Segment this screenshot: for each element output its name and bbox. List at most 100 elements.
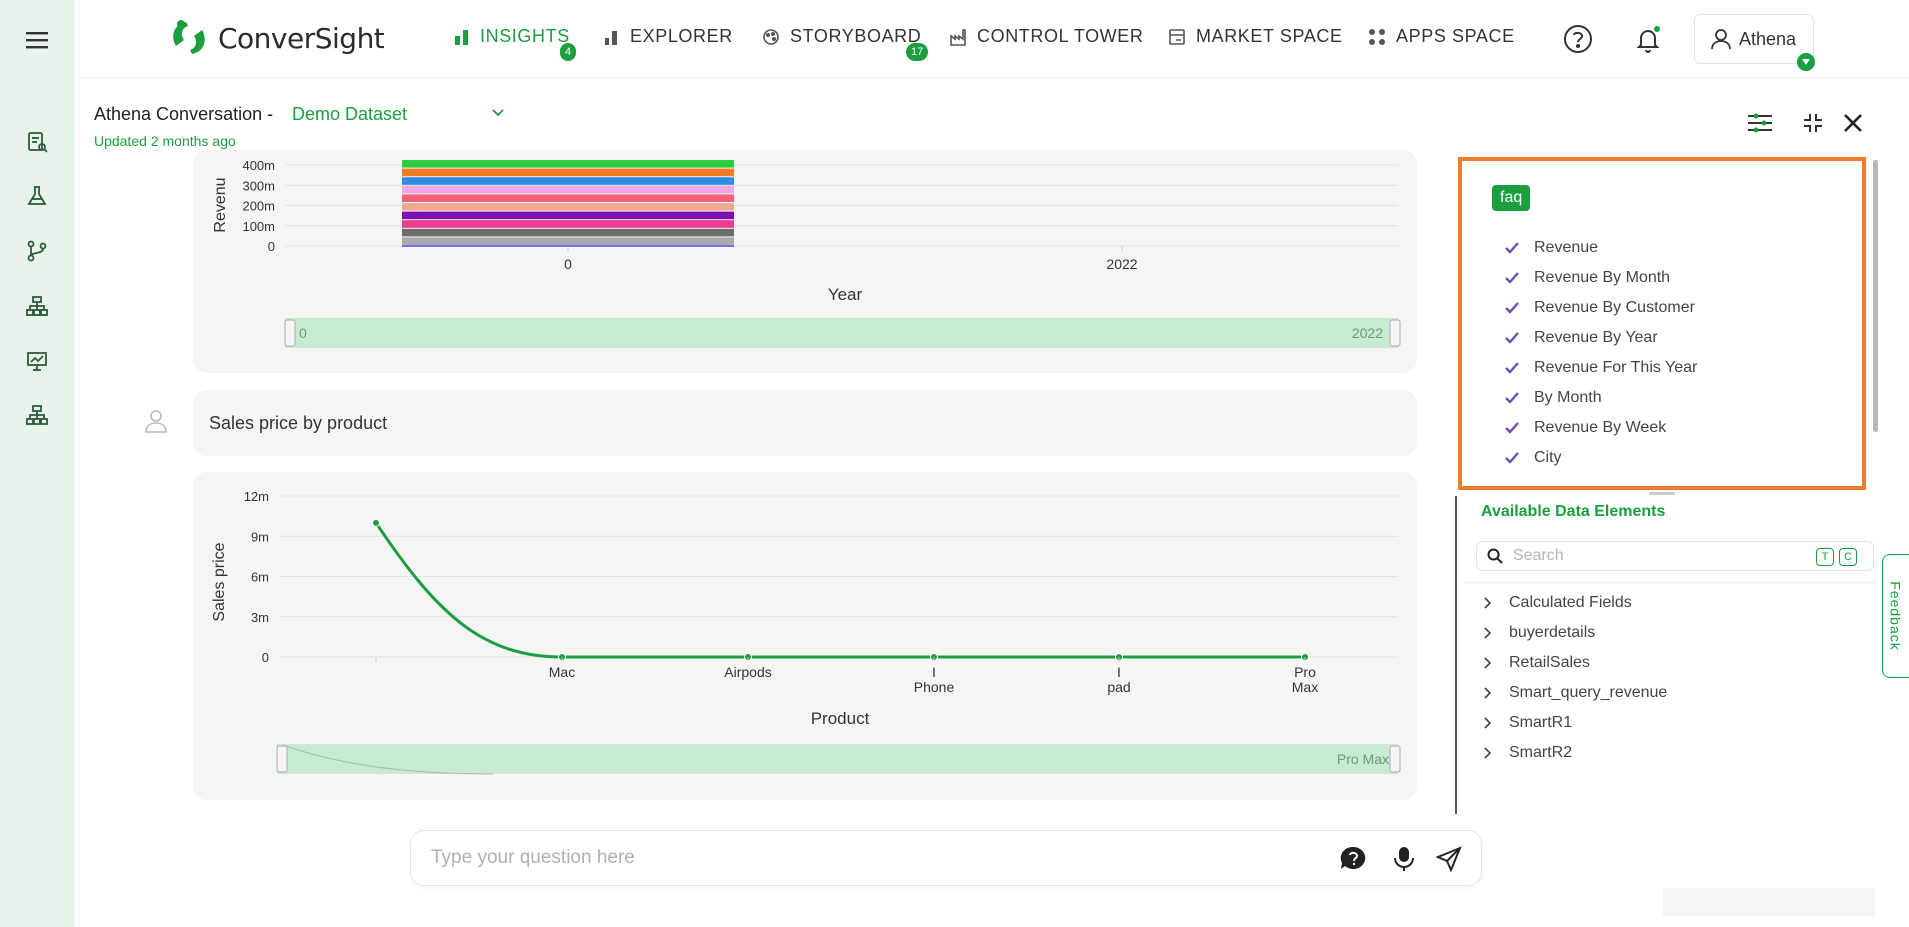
bar-segment <box>402 185 734 194</box>
y-tick-label: 200m <box>242 199 275 214</box>
chevron-right-icon <box>1483 627 1497 639</box>
dataset-selector[interactable]: Demo Dataset <box>292 104 407 125</box>
nav-control-tower[interactable]: CONTROL TOWER <box>949 26 1143 47</box>
send-icon[interactable] <box>1435 845 1463 873</box>
conversight-logo-icon <box>173 20 205 54</box>
nav-explorer[interactable]: EXPLORER <box>604 26 733 47</box>
panel-resize-handle[interactable] <box>1649 492 1675 495</box>
help-icon[interactable] <box>1559 20 1597 58</box>
feedback-label: Feedback <box>1888 581 1905 651</box>
nav-apps-space-label: APPS SPACE <box>1396 26 1515 46</box>
nav-storyboard[interactable]: STORYBOARD <box>762 26 921 47</box>
faq-item[interactable]: Revenue By Month <box>1504 269 1670 287</box>
close-icon[interactable] <box>1838 108 1868 138</box>
user-name: Athena <box>1739 28 1797 49</box>
y-tick-label: 0 <box>268 239 275 254</box>
x-tick-label: I <box>932 664 936 680</box>
data-element-label: Calculated Fields <box>1509 594 1632 611</box>
user-question-text: Sales price by product <box>209 412 388 433</box>
x-tick-label: Airpods <box>724 664 771 680</box>
data-elements-search[interactable]: T C <box>1476 541 1874 571</box>
menu-icon[interactable] <box>22 25 52 55</box>
caret-down-icon[interactable] <box>1797 53 1815 71</box>
y-tick-label: 0 <box>262 650 269 665</box>
chevron-right-icon <box>1483 657 1497 669</box>
nav-market-space[interactable]: MARKET SPACE <box>1168 26 1343 47</box>
faq-item[interactable]: Revenue By Customer <box>1504 299 1695 317</box>
check-icon <box>1504 331 1522 345</box>
report-search-icon[interactable] <box>22 127 52 157</box>
chevron-right-icon <box>1483 747 1497 759</box>
x-tick-label: I <box>1117 664 1121 680</box>
faq-item-label: By Month <box>1534 389 1602 406</box>
faq-item[interactable]: Revenue By Week <box>1504 419 1666 437</box>
faq-item-label: Revenue By Customer <box>1534 299 1695 316</box>
sales-price-line <box>374 522 1305 659</box>
data-element-item[interactable]: buyerdetails <box>1483 624 1595 642</box>
faq-item[interactable]: Revenue <box>1504 239 1598 257</box>
chevron-right-icon <box>1483 687 1497 699</box>
check-icon <box>1504 271 1522 285</box>
faq-item-label: Revenue For This Year <box>1534 359 1698 376</box>
faq-item-label: Revenue By Year <box>1534 329 1658 346</box>
range-slider-start-label: 0 <box>299 325 307 341</box>
sales-price-chart-card: 12m 9m 6m 3m 0 Mac Airpods I Phone Ipad Pro Max Prod… <box>193 472 1417 800</box>
y-tick-label: 9m <box>251 529 269 544</box>
data-element-item[interactable]: RetailSales <box>1483 654 1590 672</box>
range-slider-track <box>277 744 1398 774</box>
x-tick-label: 2022 <box>1106 256 1137 272</box>
x-axis-title: Year <box>828 285 863 304</box>
question-input-bar <box>410 830 1482 886</box>
question-help-icon[interactable] <box>1339 845 1367 873</box>
filter-settings-icon[interactable] <box>1745 108 1775 138</box>
nav-apps-space[interactable]: APPS SPACE <box>1368 26 1515 47</box>
faq-scrollbar[interactable] <box>1873 160 1878 432</box>
faq-item[interactable]: Revenue By Year <box>1504 329 1658 347</box>
presentation-chart-icon[interactable] <box>22 346 52 376</box>
user-question-bubble: Sales price by product <box>193 390 1417 456</box>
y-tick-label: 12m <box>244 489 269 504</box>
bar-chart-icon <box>454 29 470 45</box>
top-navigation: ConverSight INSIGHTS 4 EXPLORER STORYBOA… <box>74 0 1909 78</box>
data-element-item[interactable]: SmartR1 <box>1483 714 1572 732</box>
chevron-right-icon <box>1483 717 1497 729</box>
data-element-item[interactable]: SmartR2 <box>1483 744 1572 762</box>
bar-chart-small-icon <box>604 29 620 45</box>
faq-tag[interactable]: faq <box>1492 185 1531 211</box>
range-slider-end-label: 2022 <box>1352 325 1383 341</box>
nav-insights[interactable]: INSIGHTS <box>454 26 570 47</box>
x-axis-title: Product <box>811 709 870 728</box>
range-slider-handle-right <box>1389 319 1401 347</box>
microphone-icon[interactable] <box>1390 845 1418 873</box>
faq-item-label: Revenue <box>1534 239 1599 256</box>
check-icon <box>1504 301 1522 315</box>
sales-price-line-chart: 12m9m6m3m0Mac Airpods IPhoneIpadProMaxProd… <box>211 489 1401 775</box>
panel-left-scrollbar[interactable] <box>1455 496 1457 814</box>
user-menu[interactable]: Athena <box>1694 14 1815 71</box>
bar-segment <box>402 203 734 211</box>
data-element-item[interactable]: Smart_query_revenue <box>1483 684 1667 702</box>
check-icon <box>1504 451 1522 465</box>
org-chart-icon[interactable] <box>22 400 52 430</box>
range-slider-handle-left <box>276 745 288 773</box>
brand-logo[interactable]: ConverSight <box>168 18 385 58</box>
feedback-tab[interactable]: Feedback <box>1882 554 1909 678</box>
notification-bell-icon[interactable] <box>1629 20 1667 58</box>
bar-segment <box>402 237 734 245</box>
footer-shade <box>1663 888 1875 916</box>
hierarchy-icon[interactable] <box>22 291 52 321</box>
flask-icon[interactable] <box>22 181 52 211</box>
column-filter-chip[interactable]: C <box>1839 548 1857 566</box>
collapse-icon[interactable] <box>1798 108 1828 138</box>
faq-item[interactable]: City <box>1504 449 1562 467</box>
question-input[interactable] <box>431 847 1311 869</box>
data-element-item[interactable]: Calculated Fields <box>1483 594 1632 612</box>
brand-name: ConverSight <box>218 21 385 55</box>
faq-item[interactable]: Revenue For This Year <box>1504 359 1697 377</box>
faq-item[interactable]: By Month <box>1504 389 1602 407</box>
branch-icon[interactable] <box>22 236 52 266</box>
data-element-label: Smart_query_revenue <box>1509 684 1668 701</box>
search-input[interactable] <box>1513 547 1813 565</box>
table-filter-chip[interactable]: T <box>1816 548 1834 566</box>
chevron-down-icon[interactable] <box>490 104 506 125</box>
